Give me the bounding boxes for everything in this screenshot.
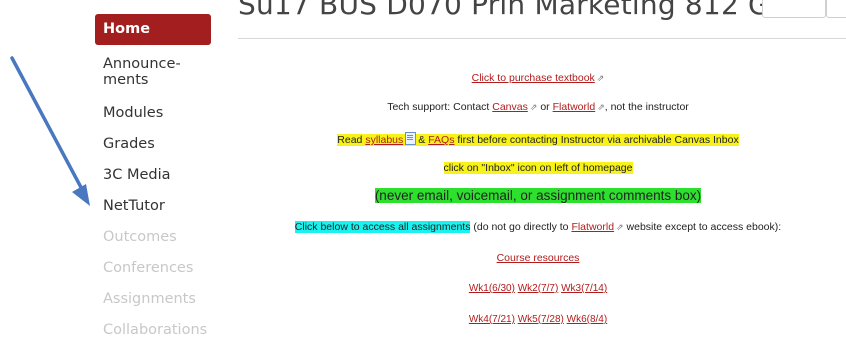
header-button-1[interactable]	[762, 0, 826, 18]
tech-support-line: Tech support: Contact Canvas ⇗ or Flatwor…	[238, 101, 838, 113]
week-row-1: Wk1(6/30) Wk2(7/7) Wk3(7/14)	[238, 283, 838, 294]
purchase-line: Click to purchase textbook ⇗	[238, 72, 838, 84]
external-link-icon: ⇗	[597, 102, 605, 112]
never-email-notice: (never email, voicemail, or assignment c…	[374, 188, 702, 203]
ampersand-text: &	[418, 134, 426, 146]
sidebar-item-announcements[interactable]: Announce-ments	[95, 50, 211, 94]
course-resources-link[interactable]: Course resources	[497, 252, 580, 264]
sidebar-item-grades[interactable]: Grades	[95, 129, 211, 159]
never-line: (never email, voicemail, or assignment c…	[238, 188, 838, 203]
canvas-link[interactable]: Canvas	[492, 101, 528, 113]
document-icon[interactable]	[405, 132, 417, 145]
external-link-icon: ⇗	[596, 73, 605, 83]
week-row-2: Wk4(7/21) Wk5(7/28) Wk6(8/4)	[238, 314, 838, 325]
week-link[interactable]: Wk2(7/7)	[518, 283, 559, 294]
page-title: Su17 BUS D070 Prin Marketing 812 Garb...	[238, 0, 845, 21]
sidebar-item-modules[interactable]: Modules	[95, 98, 211, 128]
faqs-link[interactable]: FAQs	[428, 134, 454, 146]
read-line: Read syllabus & FAQs first before contact…	[238, 132, 838, 146]
not-instructor-text: , not the instructor	[604, 101, 689, 113]
read-highlight: Read syllabus & FAQs first before contact…	[337, 132, 739, 146]
sidebar-item-assignments[interactable]: Assignments	[95, 284, 211, 314]
week-link[interactable]: Wk3(7/14)	[561, 283, 607, 294]
external-link-icon: ⇗	[529, 102, 538, 112]
flatworld-link[interactable]: Flatworld	[553, 101, 596, 113]
header-divider	[238, 38, 846, 39]
week-link[interactable]: Wk1(6/30)	[469, 283, 515, 294]
assignments-highlight: Click below to access all assignments	[294, 221, 471, 233]
flatworld-website-link[interactable]: Flatworld	[571, 221, 614, 233]
sidebar-item-3c-media[interactable]: 3C Media	[95, 160, 211, 190]
course-resources-line: Course resources	[238, 252, 838, 264]
week-link[interactable]: Wk6(8/4)	[567, 314, 608, 325]
sidebar-item-home[interactable]: Home	[95, 14, 211, 45]
read-suffix-text: first before contacting Instructor via a…	[457, 134, 739, 146]
week-link[interactable]: Wk5(7/28)	[518, 314, 564, 325]
assignments-suffix-text: website except to access ebook):	[626, 221, 782, 233]
week-link[interactable]: Wk4(7/21)	[469, 314, 515, 325]
tech-support-text: Tech support: Contact	[387, 101, 490, 113]
or-text: or	[540, 101, 550, 113]
sidebar-item-conferences[interactable]: Conferences	[95, 253, 211, 283]
header-button-2[interactable]	[826, 0, 846, 18]
inbox-instruction: click on "Inbox" icon on left of homepag…	[443, 162, 633, 174]
assignments-mid-text: (do not go directly to	[473, 221, 569, 233]
annotation-arrow-icon	[10, 56, 90, 206]
sidebar-item-collaborations[interactable]: Collaborations	[95, 315, 211, 345]
read-text: Read	[337, 134, 363, 146]
assignments-line: Click below to access all assignments (d…	[238, 221, 838, 233]
sidebar-item-nettutor[interactable]: NetTutor	[95, 191, 211, 221]
inbox-line: click on "Inbox" icon on left of homepag…	[238, 162, 838, 174]
syllabus-link[interactable]: syllabus	[365, 134, 403, 146]
purchase-textbook-link[interactable]: Click to purchase textbook	[472, 72, 595, 84]
external-link-icon: ⇗	[616, 222, 624, 232]
sidebar-item-outcomes[interactable]: Outcomes	[95, 222, 211, 252]
